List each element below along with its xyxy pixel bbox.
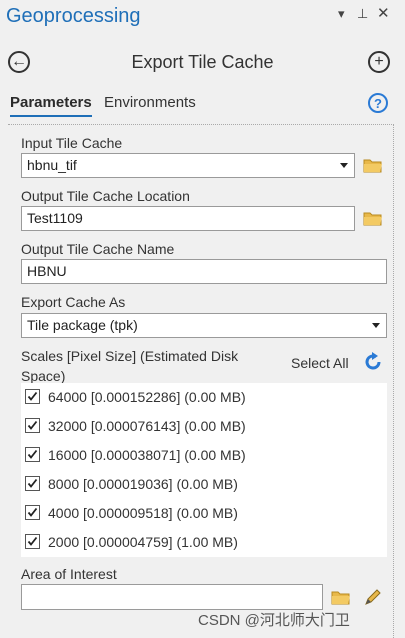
tab-parameters[interactable]: Parameters bbox=[10, 94, 92, 117]
scale-item[interactable]: 32000 [0.000076143] (0.00 MB) bbox=[21, 412, 387, 441]
folder-icon[interactable] bbox=[363, 157, 383, 173]
refresh-icon[interactable] bbox=[362, 351, 384, 373]
scale-item[interactable]: 8000 [0.000019036] (0.00 MB) bbox=[21, 470, 387, 499]
tab-bar: Parameters Environments ? bbox=[0, 92, 405, 122]
scale-item-label: 32000 [0.000076143] (0.00 MB) bbox=[48, 418, 246, 434]
area-of-interest-label: Area of Interest bbox=[21, 566, 117, 582]
checkbox[interactable] bbox=[25, 389, 40, 404]
checkbox[interactable] bbox=[25, 505, 40, 520]
pane-titlebar: Geoprocessing ▾ ⊥ ✕ bbox=[0, 0, 405, 34]
input-tile-cache-dropdown[interactable]: hbnu_tif bbox=[21, 153, 355, 178]
tool-header: ← Export Tile Cache + bbox=[0, 44, 405, 80]
scale-item-label: 16000 [0.000038071] (0.00 MB) bbox=[48, 447, 246, 463]
output-name-value: HBNU bbox=[27, 263, 67, 279]
checkbox[interactable] bbox=[25, 476, 40, 491]
pencil-icon[interactable] bbox=[362, 586, 384, 608]
scroll-track bbox=[393, 124, 394, 638]
scale-item[interactable]: 16000 [0.000038071] (0.00 MB) bbox=[21, 441, 387, 470]
output-location-input[interactable]: Test1109 bbox=[21, 206, 355, 231]
output-name-label: Output Tile Cache Name bbox=[21, 241, 175, 257]
add-button[interactable]: + bbox=[368, 51, 390, 73]
checkbox[interactable] bbox=[25, 447, 40, 462]
select-all-button[interactable]: Select All bbox=[291, 355, 349, 371]
export-as-value: Tile package (tpk) bbox=[27, 317, 138, 333]
scale-item-label: 8000 [0.000019036] (0.00 MB) bbox=[48, 476, 238, 492]
divider bbox=[8, 124, 394, 125]
plus-icon: + bbox=[374, 53, 384, 70]
output-location-label: Output Tile Cache Location bbox=[21, 188, 190, 204]
help-icon[interactable]: ? bbox=[368, 93, 388, 113]
close-icon[interactable]: ✕ bbox=[377, 4, 390, 22]
scales-list: 64000 [0.000152286] (0.00 MB) 32000 [0.0… bbox=[21, 383, 387, 557]
pane-title: Geoprocessing bbox=[6, 5, 141, 27]
tool-title: Export Tile Cache bbox=[131, 52, 274, 72]
pin-icon[interactable]: ⊥ bbox=[357, 6, 368, 22]
chevron-down-icon bbox=[372, 323, 380, 328]
scale-item-label: 64000 [0.000152286] (0.00 MB) bbox=[48, 389, 246, 405]
input-tile-cache-label: Input Tile Cache bbox=[21, 135, 123, 151]
output-name-input[interactable]: HBNU bbox=[21, 259, 387, 284]
folder-icon[interactable] bbox=[331, 589, 351, 605]
input-tile-cache-value: hbnu_tif bbox=[27, 157, 77, 173]
chevron-down-icon bbox=[340, 163, 348, 168]
folder-icon[interactable] bbox=[363, 210, 383, 226]
scale-item-label: 2000 [0.000004759] (1.00 MB) bbox=[48, 534, 238, 550]
area-of-interest-input[interactable] bbox=[21, 584, 323, 610]
pane-menu-button[interactable]: ▾ bbox=[338, 6, 345, 22]
export-as-label: Export Cache As bbox=[21, 294, 126, 310]
scale-item-label: 4000 [0.000009518] (0.00 MB) bbox=[48, 505, 238, 521]
export-as-dropdown[interactable]: Tile package (tpk) bbox=[21, 313, 387, 338]
scale-item[interactable]: 64000 [0.000152286] (0.00 MB) bbox=[21, 383, 387, 412]
scale-item[interactable]: 4000 [0.000009518] (0.00 MB) bbox=[21, 499, 387, 528]
checkbox[interactable] bbox=[25, 418, 40, 433]
checkbox[interactable] bbox=[25, 534, 40, 549]
watermark: CSDN @河北师大门卫 bbox=[198, 612, 350, 629]
scale-item[interactable]: 2000 [0.000004759] (1.00 MB) bbox=[21, 528, 387, 557]
scales-label: Scales [Pixel Size] (Estimated Disk Spac… bbox=[21, 348, 239, 384]
tab-environments[interactable]: Environments bbox=[104, 94, 196, 111]
output-location-value: Test1109 bbox=[27, 210, 83, 226]
